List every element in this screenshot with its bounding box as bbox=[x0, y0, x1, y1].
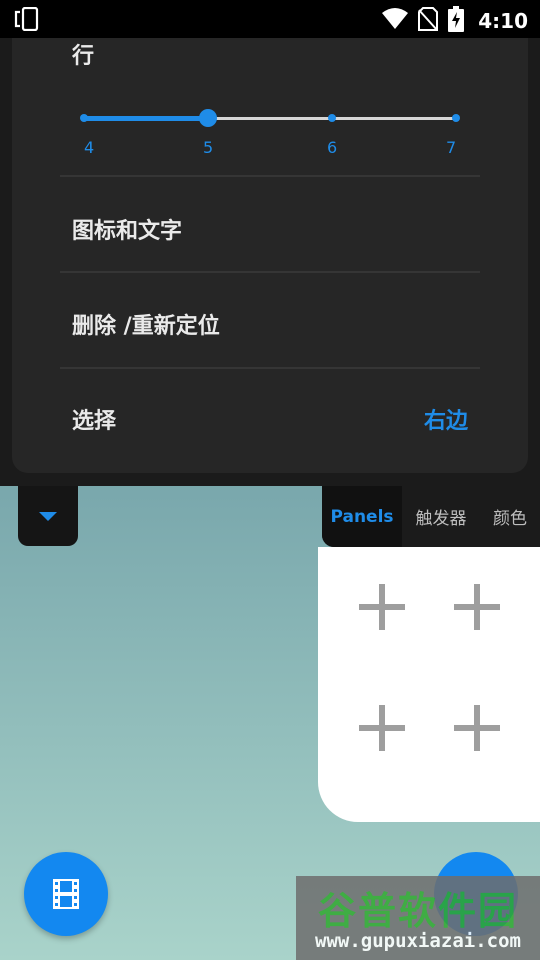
slider-tick-label: 7 bbox=[446, 138, 457, 157]
slider-tick-label: 5 bbox=[203, 138, 214, 157]
rows-slider[interactable] bbox=[80, 108, 460, 128]
add-slot-plus-icon[interactable] bbox=[359, 584, 405, 630]
tab-triggers[interactable]: 触发器 bbox=[402, 486, 480, 547]
clock: 4:10 bbox=[478, 9, 528, 33]
slider-tick-dot bbox=[328, 114, 336, 122]
edge-panel bbox=[318, 547, 540, 822]
slider-tick-label: 6 bbox=[327, 138, 338, 157]
divider bbox=[60, 271, 480, 273]
select-side-value[interactable]: 右边 bbox=[424, 403, 468, 435]
status-bar: 4:10 bbox=[0, 0, 540, 38]
icons-and-text-item[interactable]: 图标和文字 bbox=[72, 213, 182, 245]
add-slot-plus-icon[interactable] bbox=[454, 584, 500, 630]
video-fab-button[interactable] bbox=[24, 852, 108, 936]
battery-charging-icon bbox=[448, 6, 465, 36]
slider-tick-dot bbox=[452, 114, 460, 122]
collapse-toggle-button[interactable] bbox=[18, 486, 78, 546]
tab-colors[interactable]: 颜色 bbox=[480, 486, 540, 547]
slider-thumb[interactable] bbox=[199, 109, 217, 127]
select-side-item[interactable]: 选择 bbox=[72, 403, 116, 435]
divider bbox=[60, 367, 480, 369]
wifi-icon bbox=[382, 8, 409, 34]
film-icon bbox=[53, 879, 79, 909]
add-slot-plus-icon[interactable] bbox=[454, 705, 500, 751]
settings-sheet: 行 4 5 6 7 图标和文字 删除 /重新定位 选择 右边 bbox=[12, 38, 528, 473]
slider-tick-dot bbox=[80, 114, 88, 122]
caret-down-icon bbox=[39, 512, 57, 521]
delete-reposition-item[interactable]: 删除 /重新定位 bbox=[72, 308, 220, 340]
screen-rotate-icon bbox=[14, 6, 40, 35]
slider-tick-label: 4 bbox=[84, 138, 95, 157]
rows-label: 行 bbox=[72, 44, 95, 69]
slider-fill bbox=[84, 116, 208, 121]
add-slot-plus-icon[interactable] bbox=[359, 705, 405, 751]
watermark-title: 谷普软件园 bbox=[317, 889, 518, 933]
panel-tabs: Panels 触发器 颜色 bbox=[322, 486, 540, 547]
no-sim-icon bbox=[418, 7, 439, 35]
divider bbox=[60, 175, 480, 177]
watermark: 谷普软件园 www.gupuxiazai.com bbox=[296, 876, 540, 960]
watermark-url: www.gupuxiazai.com bbox=[315, 930, 521, 952]
tab-panels[interactable]: Panels bbox=[322, 486, 402, 547]
